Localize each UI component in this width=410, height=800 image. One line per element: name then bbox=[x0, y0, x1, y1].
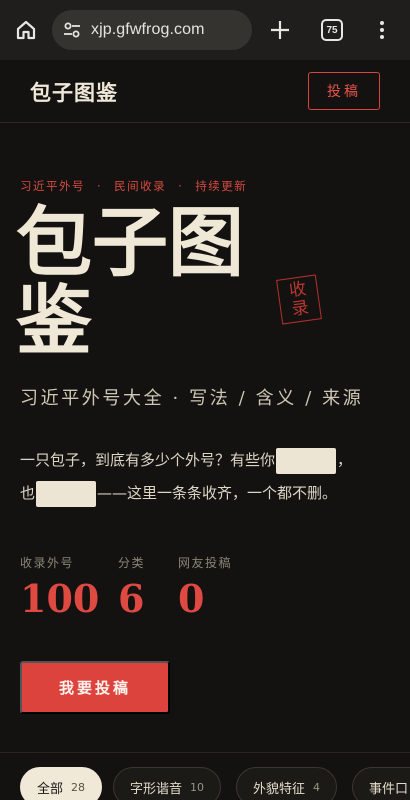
stat-label: 收录外号 bbox=[20, 556, 75, 570]
url-text: xjp.gfwfrog.com bbox=[91, 21, 205, 38]
home-icon[interactable] bbox=[12, 16, 40, 44]
filter-pill-appearance[interactable]: 外貌特征 4 bbox=[236, 767, 338, 800]
stat-value: 0 bbox=[178, 576, 205, 621]
submit-cta-button[interactable]: 我要投稿 bbox=[20, 661, 170, 714]
stat-entries: 收录外号 100 bbox=[20, 554, 99, 621]
kicker-separator: · bbox=[178, 179, 184, 193]
browser-toolbar: xjp.gfwfrog.com 75 bbox=[0, 0, 410, 60]
page-title: 包子图 鉴 bbox=[16, 204, 286, 360]
redacted-block bbox=[36, 480, 97, 507]
address-bar[interactable]: xjp.gfwfrog.com bbox=[52, 10, 252, 50]
kicker-item: 习近平外号 bbox=[20, 179, 85, 193]
title-line: 包子图 bbox=[16, 198, 244, 287]
stat-value: 6 bbox=[118, 576, 145, 621]
seal-stamp: 收 录 bbox=[276, 274, 322, 325]
submit-button[interactable]: 投稿 bbox=[308, 72, 380, 110]
stat-value: 100 bbox=[20, 576, 100, 621]
tab-switcher-button[interactable]: 75 bbox=[321, 19, 343, 41]
intro-text: 一只包子，到底有多少个外号？有些你，也 ——这里一条条收齐，一个都不删。 bbox=[20, 444, 390, 510]
site-logo[interactable]: 包子图鉴 bbox=[30, 77, 118, 107]
title-line: 鉴 bbox=[16, 276, 92, 365]
site-settings-icon[interactable] bbox=[62, 20, 82, 40]
more-menu-icon[interactable] bbox=[374, 16, 390, 44]
stat-categories: 分类 6 bbox=[118, 554, 145, 621]
kicker-item: 持续更新 bbox=[195, 179, 248, 193]
kicker-separator: · bbox=[97, 179, 103, 193]
filter-pill-events[interactable]: 事件口 bbox=[352, 767, 410, 800]
stat-label: 分类 bbox=[118, 556, 146, 570]
hero-kicker: 习近平外号 · 民间收录 · 持续更新 bbox=[20, 178, 247, 194]
kicker-item: 民间收录 bbox=[114, 179, 167, 193]
stat-submissions: 网友投稿 0 bbox=[178, 554, 232, 621]
new-tab-icon[interactable] bbox=[266, 16, 294, 44]
page-subtitle: 习近平外号大全 · 写法 / 含义 / 来源 bbox=[20, 388, 364, 409]
filter-pill-glyph-homophone[interactable]: 字形谐音 10 bbox=[113, 767, 222, 800]
filter-pill-all[interactable]: 全部 28 bbox=[20, 767, 103, 800]
category-filter-bar: 全部 28 字形谐音 10 外貌特征 4 事件口 bbox=[0, 752, 410, 800]
redacted-block bbox=[276, 447, 337, 474]
site-header: 包子图鉴 投稿 bbox=[0, 60, 410, 123]
stat-label: 网友投稿 bbox=[178, 556, 233, 570]
